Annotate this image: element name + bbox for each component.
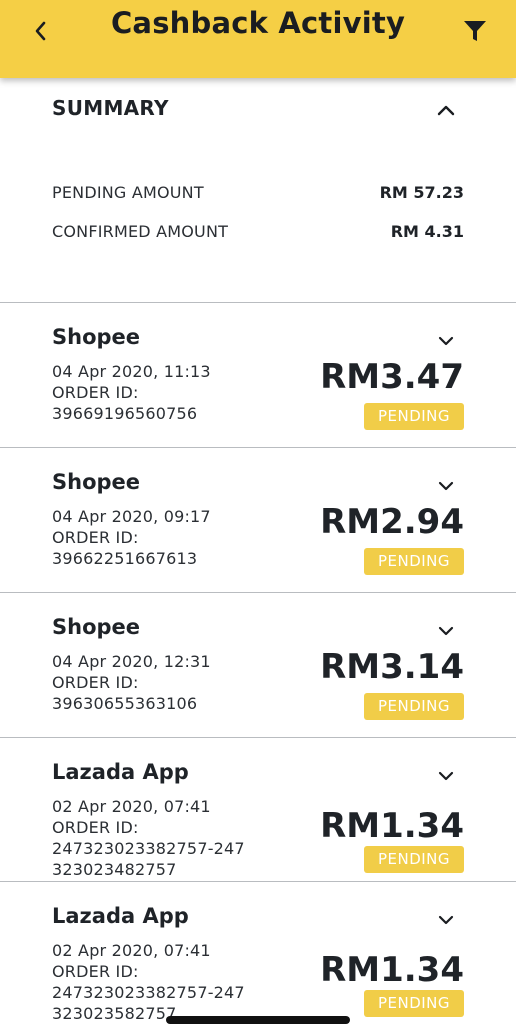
filter-funnel-icon — [464, 21, 486, 41]
expand-button[interactable] — [434, 910, 458, 930]
pending-amount-value: RM 57.23 — [379, 182, 464, 202]
filter-button[interactable] — [458, 14, 492, 48]
transaction-date: 04 Apr 2020, 11:13 — [52, 362, 211, 381]
transaction-item[interactable]: Shopee 04 Apr 2020, 12:31 ORDER ID: 3963… — [0, 592, 516, 737]
order-id-value: 247323023382757-247 — [52, 839, 245, 858]
transaction-date: 04 Apr 2020, 12:31 — [52, 652, 211, 671]
transaction-item[interactable]: Lazada App 02 Apr 2020, 07:41 ORDER ID: … — [0, 881, 516, 1024]
chevron-down-icon — [438, 915, 454, 925]
chevron-down-icon — [438, 771, 454, 781]
merchant-name: Shopee — [52, 470, 141, 494]
transaction-date: 04 Apr 2020, 09:17 — [52, 507, 211, 526]
expand-button[interactable] — [434, 476, 458, 496]
expand-button[interactable] — [434, 331, 458, 351]
order-id-value: 39630655363106 — [52, 694, 198, 713]
app-screen: Cashback Activity SUMMARY PENDING AMOUNT… — [0, 0, 516, 1024]
status-badge: PENDING — [364, 990, 464, 1017]
cashback-amount: RM1.34 — [320, 806, 464, 846]
summary-title: SUMMARY — [52, 96, 169, 120]
order-id-value-continued: 323023482757 — [52, 860, 177, 879]
chevron-up-icon — [437, 105, 455, 116]
order-id-value-continued: 323023582757 — [52, 1004, 177, 1023]
pending-amount-label: PENDING AMOUNT — [52, 182, 204, 202]
status-badge: PENDING — [364, 693, 464, 720]
pending-amount-row: PENDING AMOUNT RM 57.23 — [52, 180, 464, 204]
chevron-down-icon — [438, 481, 454, 491]
status-badge: PENDING — [364, 846, 464, 873]
order-id-label: ORDER ID: — [52, 528, 139, 547]
confirmed-amount-label: CONFIRMED AMOUNT — [52, 221, 229, 241]
order-id-value: 39669196560756 — [52, 404, 198, 423]
transaction-item[interactable]: Shopee 04 Apr 2020, 09:17 ORDER ID: 3966… — [0, 447, 516, 592]
summary-section: SUMMARY PENDING AMOUNT RM 57.23 CONFIRME… — [0, 78, 516, 302]
cashback-amount: RM3.14 — [320, 647, 464, 687]
status-badge: PENDING — [364, 403, 464, 430]
confirmed-amount-value: RM 4.31 — [390, 221, 464, 241]
transaction-item[interactable]: Shopee 04 Apr 2020, 11:13 ORDER ID: 3966… — [0, 302, 516, 447]
order-id-label: ORDER ID: — [52, 818, 139, 837]
confirmed-amount-row: CONFIRMED AMOUNT RM 4.31 — [52, 219, 464, 243]
status-badge: PENDING — [364, 548, 464, 575]
merchant-name: Lazada App — [52, 904, 189, 928]
chevron-down-icon — [438, 626, 454, 636]
header-bar: Cashback Activity — [0, 0, 516, 78]
cashback-amount: RM1.34 — [320, 950, 464, 990]
home-indicator[interactable] — [166, 1016, 350, 1024]
order-id-value: 39662251667613 — [52, 549, 198, 568]
chevron-down-icon — [438, 336, 454, 346]
transaction-item[interactable]: Lazada App 02 Apr 2020, 07:41 ORDER ID: … — [0, 737, 516, 882]
summary-collapse-button[interactable] — [434, 98, 458, 122]
transaction-date: 02 Apr 2020, 07:41 — [52, 941, 211, 960]
order-id-value: 247323023382757-247 — [52, 983, 245, 1002]
expand-button[interactable] — [434, 621, 458, 641]
merchant-name: Lazada App — [52, 760, 189, 784]
cashback-amount: RM3.47 — [320, 357, 464, 397]
merchant-name: Shopee — [52, 615, 141, 639]
order-id-label: ORDER ID: — [52, 673, 139, 692]
order-id-label: ORDER ID: — [52, 962, 139, 981]
transaction-date: 02 Apr 2020, 07:41 — [52, 797, 211, 816]
page-title: Cashback Activity — [110, 6, 406, 40]
expand-button[interactable] — [434, 766, 458, 786]
merchant-name: Shopee — [52, 325, 141, 349]
order-id-label: ORDER ID: — [52, 383, 139, 402]
cashback-amount: RM2.94 — [320, 502, 464, 542]
